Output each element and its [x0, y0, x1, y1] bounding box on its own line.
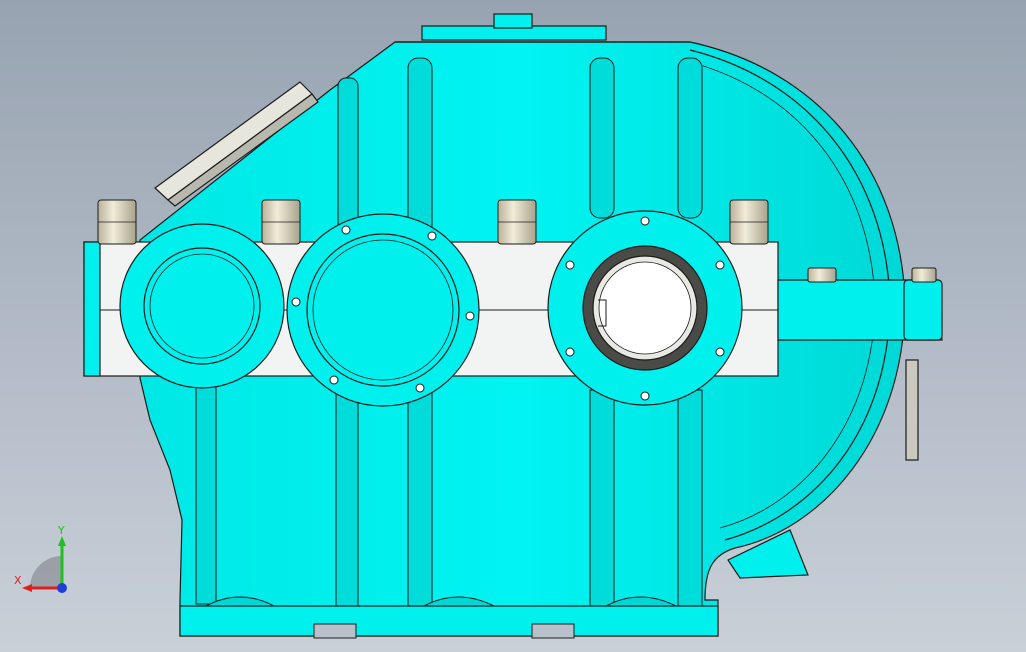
side-plate	[905, 359, 919, 461]
top-boss	[493, 13, 533, 29]
gearbox-model[interactable]	[0, 0, 1026, 652]
base-plate	[179, 605, 719, 637]
coordinate-triad: Y X	[14, 524, 74, 600]
bearing-cover-3	[547, 210, 743, 406]
coordinate-triad-icon	[22, 536, 67, 593]
bearing-cover-1	[119, 223, 285, 389]
cad-viewport[interactable]: Y X	[0, 0, 1026, 652]
bearing-cover-2	[286, 213, 480, 407]
flange-end-left	[83, 241, 101, 377]
axis-label-y: Y	[58, 524, 65, 537]
side-lug-boss	[903, 279, 943, 341]
axis-label-x: X	[14, 574, 22, 587]
